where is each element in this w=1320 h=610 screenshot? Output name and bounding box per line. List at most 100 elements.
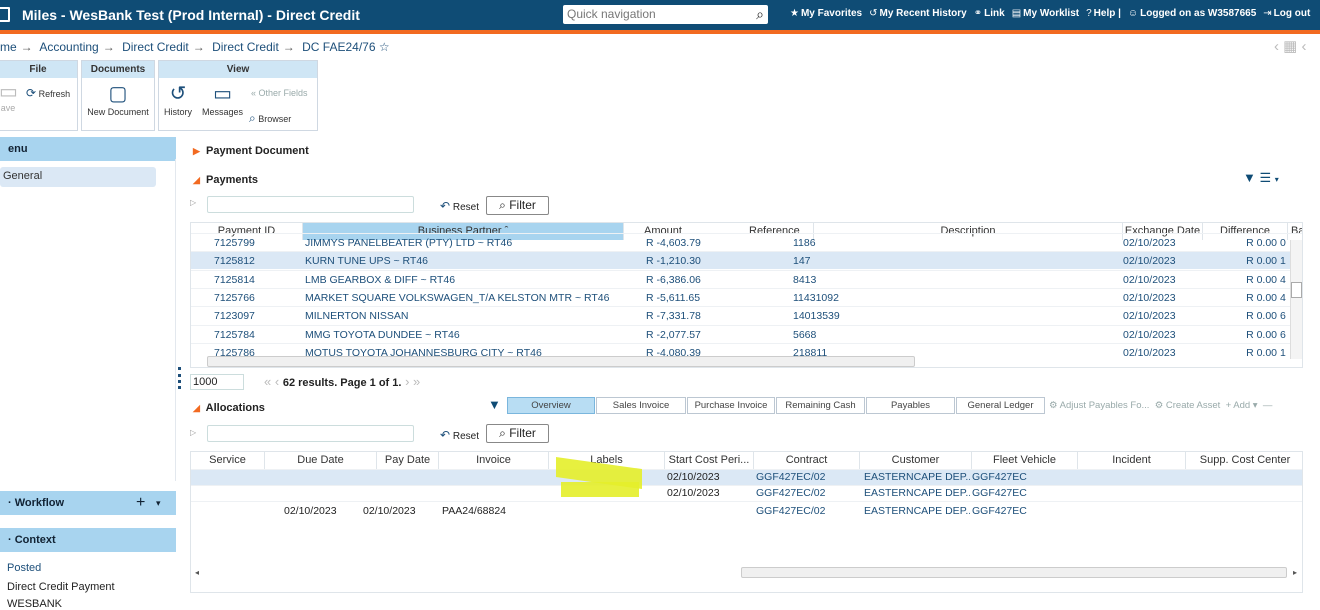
menu-header[interactable]: enu (0, 137, 176, 161)
expand-filter-icon[interactable]: ▷ (190, 198, 196, 207)
payment-row[interactable]: 7125766 MARKET SQUARE VOLKSWAGEN_T/A KELS… (191, 287, 1302, 306)
other-fields-button[interactable]: « Other Fields (251, 88, 308, 98)
payment-cell: 02/10/2023 (1123, 291, 1176, 304)
payment-cell: 7125812 (214, 255, 255, 268)
history-button[interactable]: ↺ History (164, 83, 192, 117)
scroll-left-icon[interactable]: ◂ (195, 568, 199, 577)
payment-row[interactable]: 7125814 LMB GEARBOX & DIFF ~ RT46 R -6,386… (191, 269, 1302, 288)
new-document-button[interactable]: ▢ New Document (84, 83, 152, 117)
col-service[interactable]: Service (191, 452, 265, 469)
scroll-right-icon[interactable]: ▸ (1293, 568, 1297, 577)
last-page-icon[interactable]: » (413, 374, 420, 389)
allocation-cell: GGF427EC (972, 471, 1027, 483)
allocation-row[interactable]: 02/10/2023 GGF427EC/02 EASTERNCAPE DEP... G… (191, 485, 1302, 501)
add-button[interactable]: + Add ▾ (1226, 400, 1258, 411)
logout-link[interactable]: ⇥ Log out (1263, 8, 1310, 19)
tab-general-ledger[interactable]: General Ledger (956, 397, 1045, 414)
allocations-horizontal-scrollbar[interactable] (741, 567, 1287, 578)
favorite-star-icon[interactable]: ☆ (379, 40, 390, 54)
allocations-section[interactable]: ◢ Allocations (193, 402, 265, 414)
breadcrumb-direct-credit-1[interactable]: Direct Credit (122, 40, 189, 54)
messages-button[interactable]: ▭ Messages (202, 83, 243, 117)
expand-filter-icon[interactable]: ▷ (190, 428, 196, 437)
menu-lines-icon[interactable]: ☰ (1260, 170, 1272, 185)
allocations-filter-icon[interactable]: ▼ (488, 397, 501, 412)
payment-row[interactable]: 7125784 MMG TOYOTA DUNDEE ~ RT46 R -2,077.… (191, 324, 1302, 343)
payments-vertical-scrollbar[interactable] (1290, 240, 1302, 359)
col-customer[interactable]: Customer (860, 452, 972, 469)
scroll-thumb[interactable] (1291, 282, 1302, 298)
favorites-link[interactable]: ★ My Favorites (790, 8, 862, 19)
payment-row[interactable]: 7123097 MILNERTON NISSAN R -7,331.78 140135… (191, 306, 1302, 324)
col-pay-date[interactable]: Pay Date (377, 452, 439, 469)
create-asset-button[interactable]: ⚙ Create Asset (1155, 400, 1221, 411)
col-incident[interactable]: Incident (1078, 452, 1186, 469)
allocation-cell: GGF427EC/02 (756, 505, 826, 517)
payment-cell: 02/10/2023 (1123, 346, 1176, 359)
back-arrow-icon[interactable]: ‹ (1274, 38, 1279, 55)
workflow-header[interactable]: · Workflow + ▾ (0, 491, 176, 515)
prev-page-icon[interactable]: ‹ (275, 374, 279, 389)
payment-cell: 7125784 (214, 328, 255, 341)
tab-remaining-cash[interactable]: Remaining Cash (776, 397, 865, 414)
allocation-row[interactable]: 02/10/2023 GGF427EC/02 EASTERNCAPE DEP... G… (191, 469, 1302, 485)
col-fleet-vehicle[interactable]: Fleet Vehicle (972, 452, 1078, 469)
next-page-icon[interactable]: › (405, 374, 409, 389)
allocations-filter-button[interactable]: ⌕ Filter (486, 424, 549, 443)
payment-cell: R -5,611.65 (646, 291, 701, 304)
payment-row[interactable]: 7125799 JIMMYS PANELBEATER (PTY) LTD ~ RT… (191, 233, 1302, 251)
payments-horizontal-scrollbar[interactable] (207, 356, 915, 367)
menu-item-general[interactable]: General (0, 167, 156, 187)
forward-arrow-icon[interactable]: ‹ (1302, 38, 1307, 55)
breadcrumb-accounting[interactable]: Accounting (39, 40, 98, 54)
collapse-arrow-icon: ◢ (193, 175, 200, 185)
payments-section[interactable]: ◢ Payments (193, 174, 258, 186)
context-header[interactable]: · Context (0, 528, 176, 552)
worklist-link[interactable]: ▤ My Worklist (1012, 8, 1079, 19)
payment-row[interactable]: 7125812 KURN TUNE UPS ~ RT46 R -1,210.30 14… (191, 251, 1302, 270)
save-button[interactable]: ▭ ave (0, 81, 18, 113)
chevron-down-icon[interactable]: ▾ (156, 491, 161, 515)
payments-filter-button[interactable]: ⌕ Filter (486, 196, 549, 215)
tab-purchase-invoice[interactable]: Purchase Invoice (687, 397, 775, 414)
help-link[interactable]: ? Help | (1086, 8, 1121, 19)
browser-button[interactable]: ⌕ Browser (249, 111, 291, 126)
allocations-search-input[interactable] (207, 425, 414, 442)
adjust-payables-button[interactable]: ⚙ Adjust Payables Fo... (1049, 400, 1149, 411)
search-icon[interactable]: ⌕ (756, 6, 764, 23)
tab-overview[interactable]: Overview (507, 397, 595, 414)
allocation-row[interactable]: 02/10/2023 02/10/2023 PAA24/68824 GGF427EC/… (191, 501, 1302, 521)
filter-icon[interactable]: ▼ (1243, 170, 1256, 185)
quick-navigation-input[interactable]: Quick navigation ⌕ (563, 5, 768, 24)
payments-search-input[interactable] (207, 196, 414, 213)
breadcrumb-direct-credit-2[interactable]: Direct Credit (212, 40, 279, 54)
add-icon[interactable]: + (136, 491, 145, 515)
allocations-reset-button[interactable]: ↶ Reset (440, 428, 479, 442)
resize-handle-icon[interactable] (178, 367, 186, 389)
payment-document-section[interactable]: ▶ Payment Document (193, 145, 309, 157)
tab-payables[interactable]: Payables (866, 397, 955, 414)
tab-sales-invoice[interactable]: Sales Invoice (596, 397, 686, 414)
col-invoice[interactable]: Invoice (439, 452, 549, 469)
col-due-date[interactable]: Due Date (265, 452, 377, 469)
payment-cell: R 0.00 (1246, 291, 1277, 304)
double-chevron-left-icon: « (251, 88, 257, 98)
refresh-button[interactable]: ⟳ Refresh (26, 86, 70, 100)
undo-icon: ↶ (440, 199, 451, 213)
chevron-down-icon[interactable]: ▾ (1275, 175, 1279, 184)
col-contract[interactable]: Contract (754, 452, 860, 469)
payment-cell: R -7,331.78 (646, 310, 701, 323)
payments-reset-button[interactable]: ↶ Reset (440, 199, 479, 213)
col-start-cost-period[interactable]: Start Cost Peri... (665, 452, 754, 469)
col-supp-cost-center[interactable]: Supp. Cost Center (1186, 452, 1302, 469)
link-link[interactable]: ⚭ Link (974, 8, 1005, 19)
payment-cell: 0 (1280, 237, 1286, 249)
grid-icon[interactable]: ▦ (1283, 38, 1297, 55)
page-size-input[interactable]: 1000 (190, 374, 244, 390)
breadcrumb-home[interactable]: me (0, 40, 17, 54)
minus-icon[interactable]: — (1263, 400, 1273, 411)
context-item-posted[interactable]: Posted (7, 562, 41, 574)
recent-history-link[interactable]: ↺ My Recent History (869, 8, 967, 19)
first-page-icon[interactable]: « (264, 374, 271, 389)
allocation-cell: GGF427EC/02 (756, 487, 826, 499)
